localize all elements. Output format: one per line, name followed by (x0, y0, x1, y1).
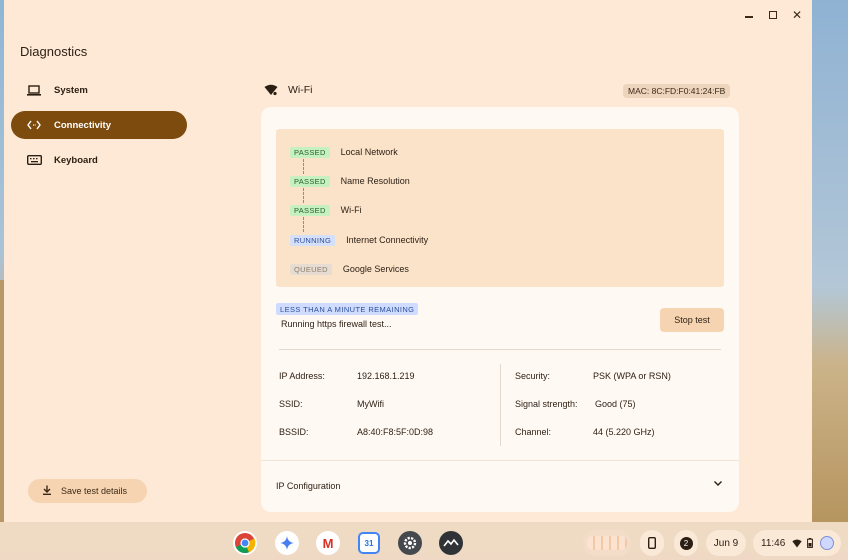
ip-address-row: IP Address: 192.168.1.219 (279, 371, 415, 381)
minimize-button[interactable] (740, 6, 758, 24)
connectivity-card: PASSED Local Network PASSED Name Resolut… (261, 107, 739, 512)
routine-status-badge: RUNNING (290, 234, 336, 246)
diagnostics-app-icon[interactable] (439, 531, 463, 555)
thumbnail-strip (587, 536, 627, 550)
battery-icon (807, 538, 814, 548)
sidebar-item-label: System (54, 84, 88, 96)
routine-connector (303, 188, 304, 203)
routine-item: PASSED Local Network (290, 146, 398, 158)
bssid-row: BSSID: A8:40:F8:5F:0D:98 (279, 427, 433, 437)
ip-configuration-toggle[interactable]: IP Configuration (276, 481, 340, 491)
stop-test-button[interactable]: Stop test (660, 308, 724, 332)
phone-hub-button[interactable] (640, 530, 664, 556)
notification-tray[interactable]: 2 (674, 530, 698, 556)
download-icon (42, 485, 52, 498)
settings-gear-icon[interactable] (398, 531, 422, 555)
laptop-icon (26, 84, 42, 96)
section-divider (279, 349, 721, 350)
avatar (820, 536, 835, 550)
routine-name: Name Resolution (340, 176, 410, 186)
phone-icon (648, 537, 656, 549)
channel-label: Channel: (515, 427, 552, 437)
security-label: Security: (515, 371, 551, 381)
section-divider (261, 460, 739, 461)
keyboard-icon (26, 154, 42, 166)
bssid-value: A8:40:F8:5F:0D:98 (357, 427, 434, 437)
network-header: Wi-Fi (264, 84, 313, 96)
chevron-down-icon[interactable] (713, 479, 723, 490)
channel-value: 44 (5.220 GHz) (593, 427, 655, 437)
sidebar-nav: System Connectivity Keyboard (11, 76, 187, 181)
channel-row: Channel: 44 (5.220 GHz) (515, 427, 655, 437)
save-test-details-button[interactable]: Save test details (28, 479, 147, 503)
ip-address-label: IP Address: (279, 371, 325, 381)
security-row: Security: PSK (WPA or RSN) (515, 371, 671, 381)
ssid-value: MyWifi (357, 399, 384, 409)
calendar-icon[interactable]: 31 (358, 532, 380, 554)
save-button-label: Save test details (61, 486, 128, 496)
ssid-label: SSID: (279, 399, 303, 409)
holding-space-tray[interactable] (583, 530, 631, 556)
date-tray[interactable]: Jun 9 (706, 530, 746, 556)
routine-name: Google Services (342, 264, 409, 274)
diagnostics-window: ✕ Diagnostics System Connectivity Keyboa… (4, 0, 812, 522)
maximize-button[interactable] (764, 6, 782, 24)
routine-status-badge: PASSED (290, 204, 330, 216)
ssid-row: SSID: MyWifi (279, 399, 384, 409)
column-divider (500, 364, 501, 446)
signal-strength-label: Signal strength: (515, 399, 578, 409)
gmail-icon[interactable]: M (316, 531, 340, 555)
gemini-icon[interactable] (275, 531, 299, 555)
routine-status-badge: PASSED (290, 146, 330, 158)
wifi-icon (264, 84, 278, 96)
chrome-icon[interactable] (233, 531, 257, 555)
routine-status-badge: PASSED (290, 175, 330, 187)
sidebar-item-label: Connectivity (54, 119, 112, 131)
sidebar-item-keyboard[interactable]: Keyboard (11, 146, 187, 174)
time-remaining-badge: LESS THAN A MINUTE REMAINING (276, 303, 419, 315)
routine-name: Internet Connectivity (346, 235, 429, 245)
routine-status-badge: QUEUED (290, 263, 332, 275)
routine-list: PASSED Local Network PASSED Name Resolut… (276, 129, 724, 287)
app-title: Diagnostics (20, 44, 88, 59)
network-name: Wi-Fi (288, 84, 313, 96)
signal-strength-row: Signal strength: Good (75) (515, 399, 636, 409)
routine-item: QUEUED Google Services (290, 263, 409, 275)
security-value: PSK (WPA or RSN) (593, 371, 671, 381)
window-controls: ✕ (740, 6, 806, 24)
routine-connector (303, 159, 304, 174)
clock-time: 11:46 (761, 537, 786, 549)
status-area[interactable]: 11:46 (753, 530, 841, 556)
code-brackets-icon (26, 119, 42, 131)
wallpaper-right (812, 0, 848, 522)
wifi-status-icon (792, 539, 802, 547)
routine-item: PASSED Wi-Fi (290, 204, 362, 216)
routine-item: RUNNING Internet Connectivity (290, 234, 428, 246)
sidebar-item-label: Keyboard (54, 154, 98, 166)
routine-name: Local Network (340, 147, 398, 157)
close-icon: ✕ (791, 8, 803, 22)
minimize-icon (745, 16, 753, 18)
sidebar-item-system[interactable]: System (11, 76, 187, 104)
ip-address-value: 192.168.1.219 (357, 371, 415, 381)
mac-address-badge: MAC: 8C:FD:F0:41:24:FB (623, 84, 731, 98)
routine-item: PASSED Name Resolution (290, 175, 410, 187)
notification-count: 2 (679, 536, 693, 550)
maximize-icon (769, 11, 777, 19)
close-button[interactable]: ✕ (788, 6, 806, 24)
routine-connector (303, 217, 304, 232)
progress-status-text: Running https firewall test... (281, 319, 392, 329)
sidebar-item-connectivity[interactable]: Connectivity (11, 111, 187, 139)
routine-name: Wi-Fi (340, 205, 362, 215)
bssid-label: BSSID: (279, 427, 309, 437)
signal-strength-value: Good (75) (595, 399, 636, 409)
